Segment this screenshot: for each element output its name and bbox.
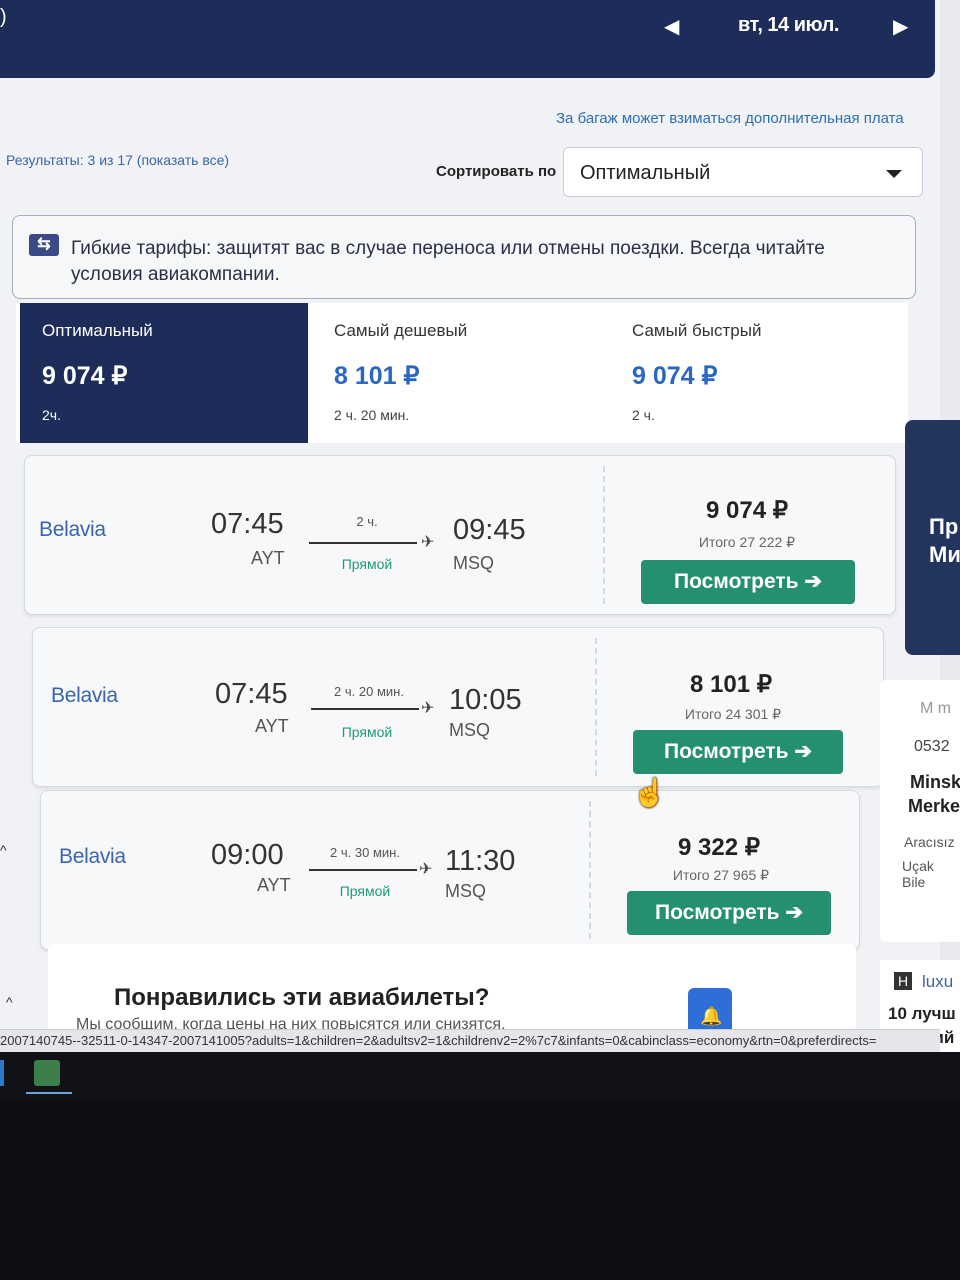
tab-optimal[interactable]: Оптимальный 9 074 ₽ 2ч. bbox=[20, 303, 308, 443]
results-count-link[interactable]: Результаты: 3 из 17 (показать все) bbox=[6, 152, 229, 168]
flight-card[interactable]: Belavia 07:45 AYT 2 ч. ✈ Прямой 09:45 MS… bbox=[24, 455, 896, 615]
tab-price: 9 074 ₽ bbox=[42, 362, 128, 390]
airplane-icon: ✈ bbox=[421, 534, 435, 551]
edge-glyph: ) bbox=[0, 6, 7, 28]
baggage-note-link[interactable]: За багаж может взиматься дополнительная … bbox=[556, 110, 904, 127]
chevron-up-icon[interactable]: ^ bbox=[0, 842, 7, 858]
airline-name: Belavia bbox=[59, 845, 126, 868]
tab-duration: 2 ч. 20 мин. bbox=[334, 407, 410, 423]
view-flight-button[interactable]: Посмотреть ➔ bbox=[627, 891, 831, 935]
flexible-fares-notice: ⇆ Гибкие тарифы: защитят вас в случае пе… bbox=[12, 215, 916, 299]
flight-price: 9 322 ₽ bbox=[678, 834, 760, 861]
arrival-airport: MSQ bbox=[449, 720, 491, 740]
airplane-icon: ✈ bbox=[421, 700, 435, 717]
ad-city: Merke bbox=[908, 796, 960, 816]
flight-duration: 2 ч. 30 мин. bbox=[330, 845, 400, 860]
ad-text-line: Ми bbox=[929, 542, 960, 567]
flight-type: Прямой bbox=[341, 724, 393, 740]
taskbar-edge bbox=[0, 1060, 4, 1086]
flight-type: Прямой bbox=[339, 883, 391, 899]
flexible-tariff-icon: ⇆ bbox=[29, 234, 59, 256]
flight-price: 8 101 ₽ bbox=[690, 671, 772, 698]
route-line bbox=[309, 542, 417, 544]
flight-card[interactable]: Belavia 07:45 AYT 2 ч. 20 мин. ✈ Прямой … bbox=[32, 627, 884, 787]
tab-price: 9 074 ₽ bbox=[632, 362, 718, 390]
tab-price: 8 101 ₽ bbox=[334, 362, 420, 390]
arrival-time: 11:30 bbox=[445, 845, 516, 877]
airline-name: Belavia bbox=[51, 684, 118, 707]
ad-city: Minsk bbox=[910, 772, 960, 792]
card-divider bbox=[589, 801, 591, 939]
tab-cheapest[interactable]: Самый дешевый 8 101 ₽ 2 ч. 20 мин. bbox=[312, 303, 608, 443]
selected-date[interactable]: вт, 14 июл. bbox=[738, 14, 839, 37]
flight-type: Прямой bbox=[341, 556, 393, 572]
sort-selected-value: Оптимальный bbox=[580, 162, 711, 184]
departure-time: 07:45 bbox=[211, 508, 284, 540]
sort-dropdown[interactable]: Оптимальный bbox=[563, 147, 923, 197]
tab-label: Самый дешевый bbox=[334, 321, 468, 340]
chevron-down-icon bbox=[886, 170, 902, 178]
departure-time: 09:00 bbox=[211, 839, 284, 871]
view-flight-button[interactable]: Посмотреть ➔ bbox=[633, 730, 843, 774]
flight-price: 9 074 ₽ bbox=[706, 497, 788, 524]
next-date-icon[interactable]: ▶ bbox=[893, 14, 908, 39]
chevron-up-icon[interactable]: ^ bbox=[6, 994, 13, 1010]
airplane-icon: ✈ bbox=[419, 861, 433, 878]
view-flight-button[interactable]: Посмотреть ➔ bbox=[641, 560, 855, 604]
tab-label: Самый быстрый bbox=[632, 321, 762, 340]
ad-phone: 0532 bbox=[914, 738, 950, 755]
ad-text: Aracısız bbox=[904, 834, 955, 850]
browser-viewport: ) ◀ вт, 14 июл. ▶ За багаж может взимать… bbox=[0, 0, 960, 1052]
sort-label: Сортировать по bbox=[436, 163, 557, 180]
arrival-airport: MSQ bbox=[453, 553, 495, 573]
ad-text: Uçak Bile bbox=[902, 858, 934, 890]
sort-tabs: Оптимальный 9 074 ₽ 2ч. Самый дешевый 8 … bbox=[16, 303, 908, 443]
tab-duration: 2ч. bbox=[42, 407, 61, 423]
departure-time: 07:45 bbox=[215, 678, 288, 710]
flight-duration: 2 ч. bbox=[356, 514, 378, 529]
notice-text: Гибкие тарифы: защитят вас в случае пере… bbox=[71, 238, 825, 285]
flight-card[interactable]: Belavia 09:00 AYT 2 ч. 30 мин. ✈ Прямой … bbox=[40, 790, 860, 950]
route-line bbox=[309, 869, 417, 871]
arrival-airport: MSQ bbox=[445, 881, 487, 901]
hand-pointer-icon: ☝ bbox=[632, 777, 667, 808]
flight-total: Итого 24 301 ₽ bbox=[684, 706, 782, 722]
ad-text-line: Пр bbox=[929, 514, 959, 539]
arrival-time: 10:05 bbox=[449, 684, 522, 716]
tab-fastest[interactable]: Самый быстрый 9 074 ₽ 2 ч. bbox=[610, 303, 906, 443]
departure-airport: AYT bbox=[251, 548, 285, 568]
airline-name: Belavia bbox=[39, 518, 106, 541]
flight-total: Итого 27 965 ₽ bbox=[672, 867, 770, 883]
flight-duration: 2 ч. 20 мин. bbox=[334, 684, 404, 699]
departure-airport: AYT bbox=[257, 875, 291, 895]
bell-icon: 🔔 bbox=[700, 1006, 723, 1026]
hotel-logo-icon: H bbox=[894, 972, 912, 990]
route-line bbox=[311, 708, 419, 710]
ad-logo: M m bbox=[920, 700, 952, 717]
ad-brand: luxu bbox=[922, 972, 954, 991]
departure-airport: AYT bbox=[255, 716, 289, 736]
flight-total: Итого 27 222 ₽ bbox=[698, 534, 796, 550]
tab-duration: 2 ч. bbox=[632, 407, 655, 423]
previous-date-icon[interactable]: ◀ bbox=[664, 14, 679, 39]
ad-text: 10 лучш bbox=[888, 1004, 956, 1023]
date-navigation-bar: ) ◀ вт, 14 июл. ▶ bbox=[0, 0, 935, 78]
tab-label: Оптимальный bbox=[42, 321, 153, 340]
arrival-time: 09:45 bbox=[453, 514, 526, 546]
card-divider bbox=[595, 638, 597, 776]
side-ad-card[interactable]: M m 0532 Minsk Merke Aracısız Uçak Bile bbox=[880, 680, 960, 942]
side-advertisement[interactable]: Пр Ми bbox=[905, 420, 960, 655]
promo-title: Понравились эти авиабилеты? bbox=[114, 984, 490, 1011]
status-url-bar: 2007140745--32511-0-14347-2007141005?adu… bbox=[0, 1029, 940, 1052]
taskbar-active-indicator bbox=[26, 1092, 72, 1094]
taskbar bbox=[0, 1052, 960, 1098]
taskbar-app-icon[interactable] bbox=[34, 1060, 60, 1086]
card-divider bbox=[603, 466, 605, 604]
